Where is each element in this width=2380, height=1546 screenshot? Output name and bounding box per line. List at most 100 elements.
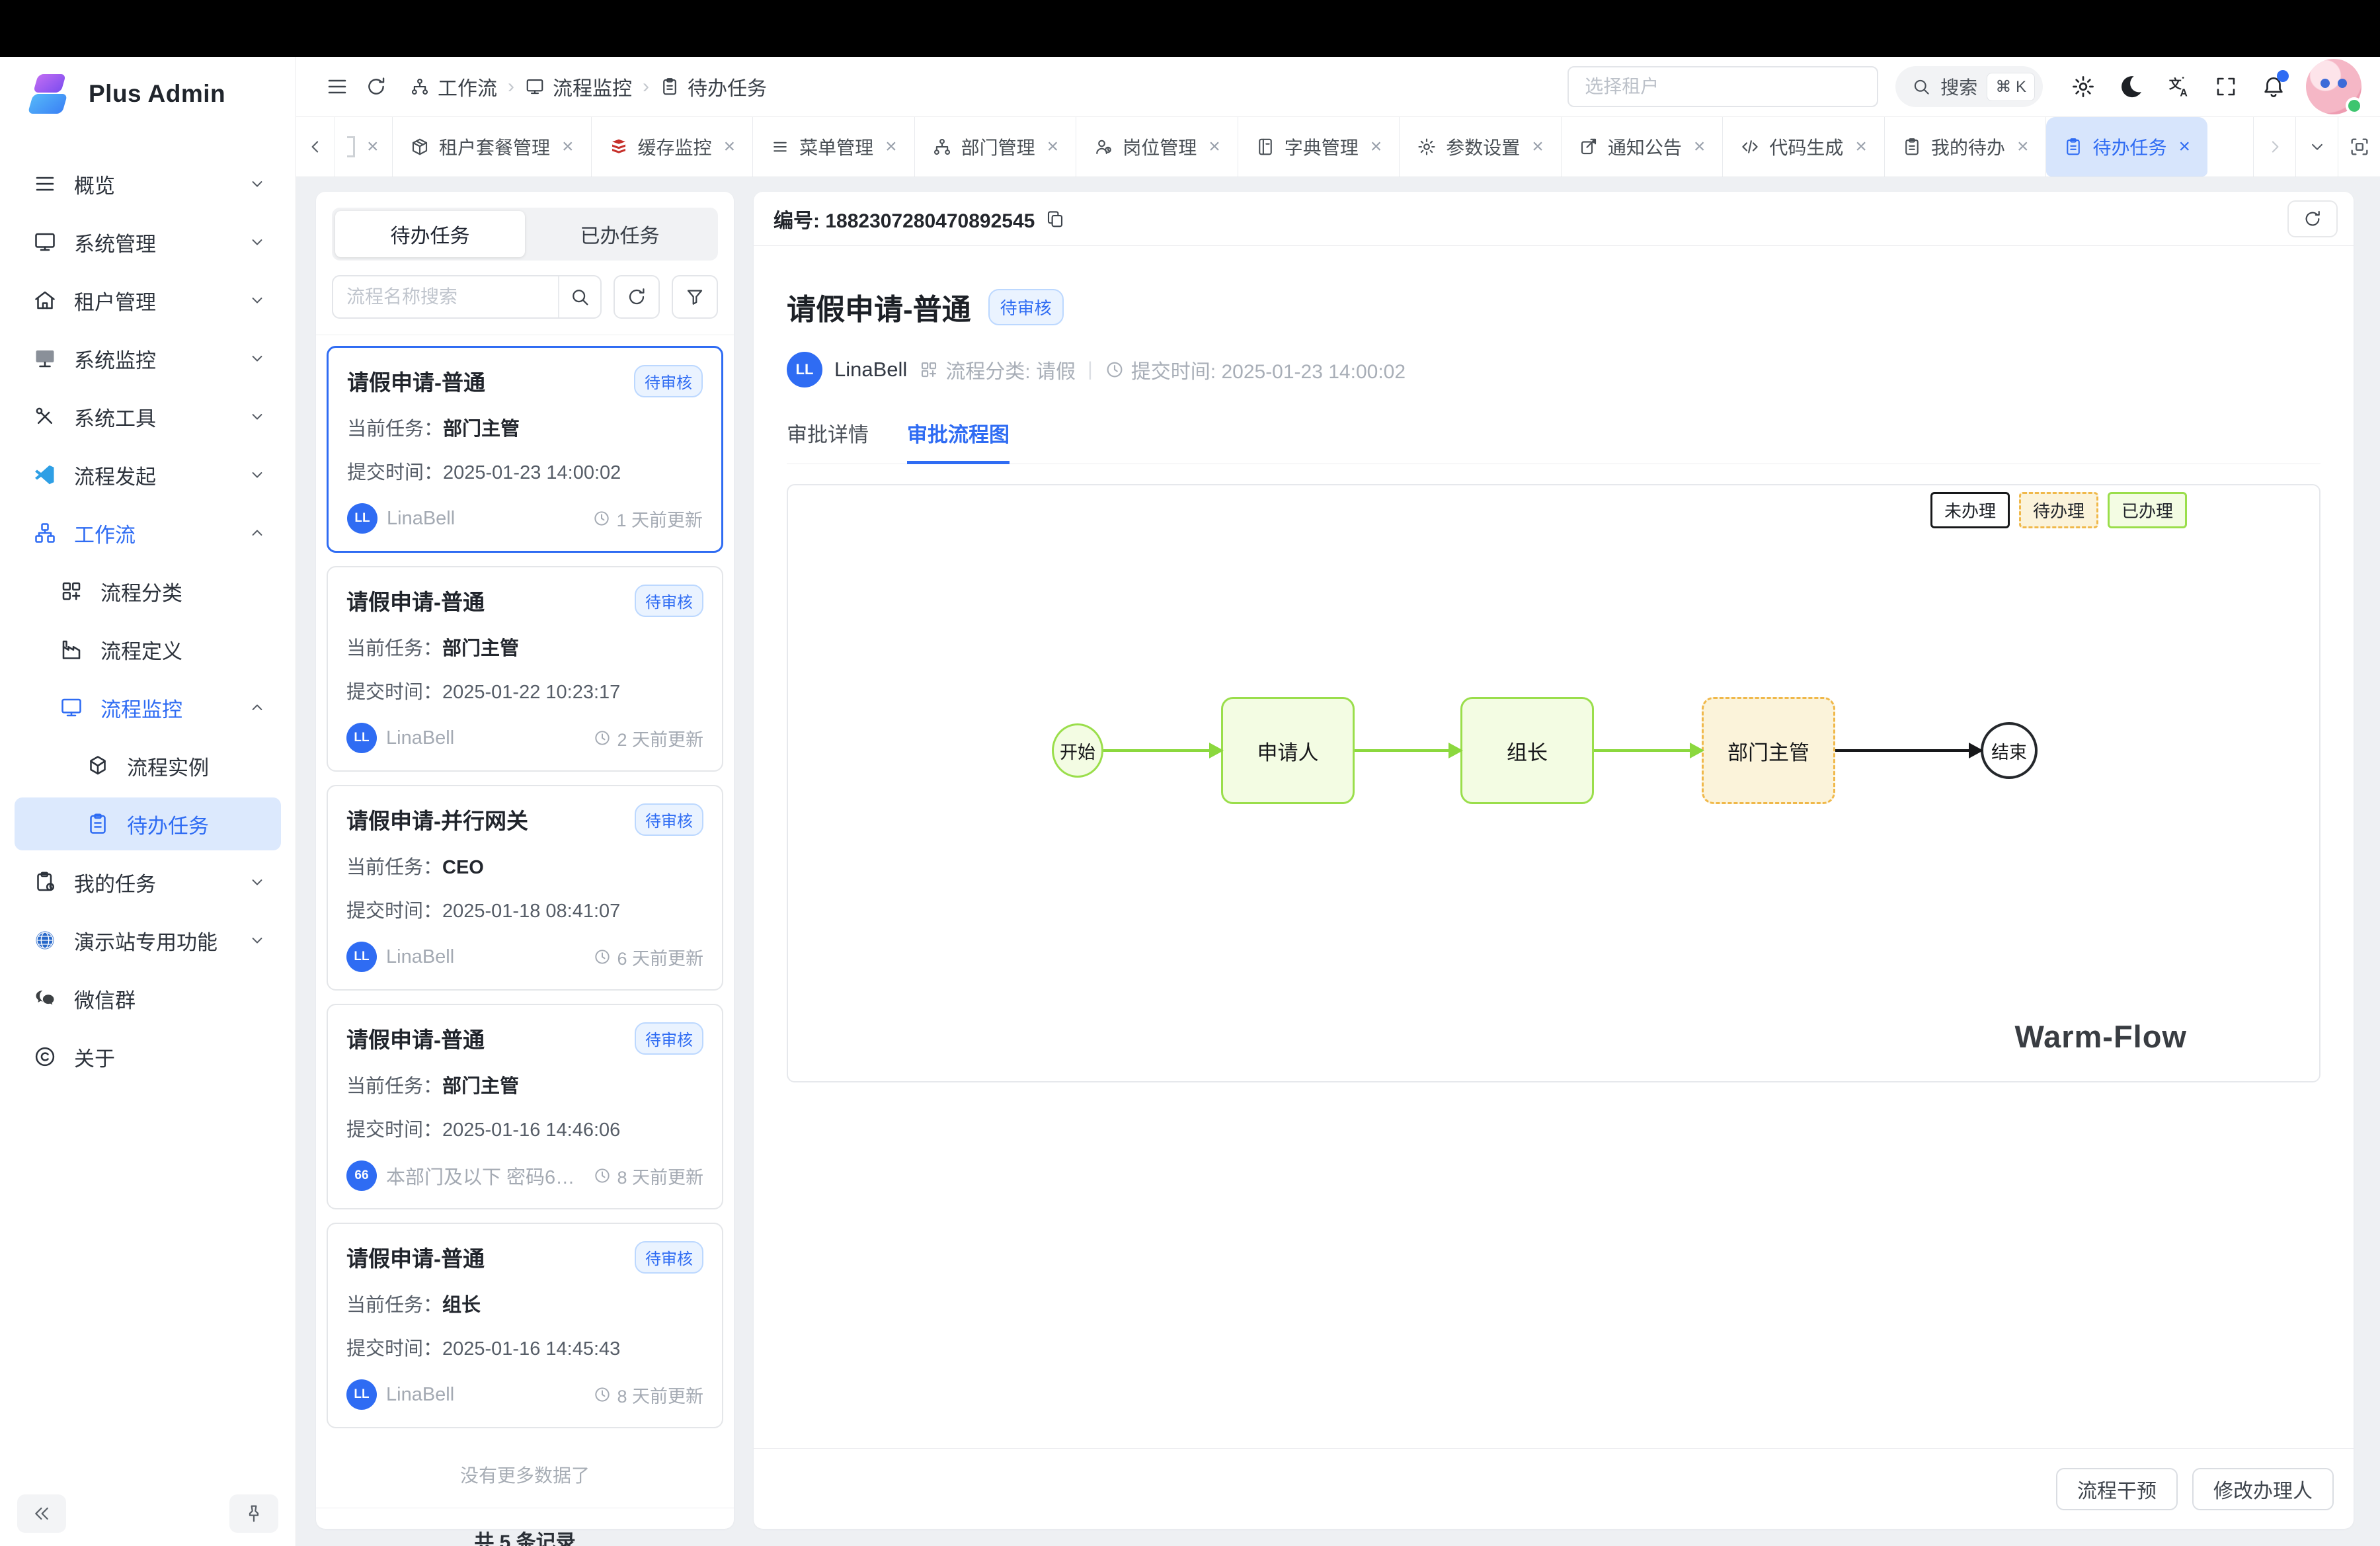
task-search-input[interactable] [333, 286, 558, 307]
close-icon[interactable]: × [724, 137, 736, 157]
tab-岗位管理[interactable]: 岗位管理× [1076, 117, 1238, 177]
tab-缓存监控[interactable]: 缓存监控× [592, 117, 754, 177]
sidebar-item-流程发起[interactable]: 流程发起 [15, 448, 281, 501]
task-card[interactable]: 请假申请-普通待审核当前任务：部门主管提交时间：2025-01-16 14:46… [327, 1004, 723, 1209]
tab-字典管理[interactable]: 字典管理× [1238, 117, 1400, 177]
language-button[interactable]: 文A [2158, 66, 2199, 107]
task-search-button[interactable] [558, 276, 600, 317]
close-icon[interactable]: × [1532, 137, 1544, 157]
task-card[interactable]: 请假申请-普通待审核当前任务：部门主管提交时间：2025-01-23 14:00… [327, 346, 723, 553]
sidebar-item-系统管理[interactable]: 系统管理 [15, 216, 281, 268]
clipped-tab[interactable]: × [335, 117, 393, 177]
tab-租户套餐管理[interactable]: 租户套餐管理× [393, 117, 592, 177]
close-icon[interactable]: × [367, 137, 379, 157]
global-search-button[interactable]: 搜索 ⌘ K [1895, 66, 2043, 107]
action-button-修改办理人[interactable]: 修改办理人 [2192, 1468, 2334, 1510]
tab-待办任务[interactable]: 待办任务× [2046, 117, 2207, 177]
tabs-scroll-left-button[interactable] [296, 117, 335, 177]
sidebar-item-系统监控[interactable]: 系统监控 [15, 332, 281, 385]
flow-node-部门主管[interactable]: 部门主管 [1702, 697, 1835, 804]
tenant-select-input[interactable] [1567, 66, 1878, 107]
fullscreen-button[interactable] [2205, 66, 2246, 107]
sidebar-pin-button[interactable] [229, 1494, 278, 1533]
flow-node-申请人[interactable]: 申请人 [1221, 697, 1355, 804]
close-icon[interactable]: × [1047, 137, 1059, 157]
user-name: LinaBell [386, 1384, 454, 1406]
task-filter-button[interactable] [672, 275, 718, 319]
flow-node-开始[interactable]: 开始 [1052, 723, 1103, 778]
content-fullscreen-button[interactable] [2338, 117, 2380, 177]
current-task: 当前任务：部门主管 [346, 633, 703, 661]
detail-refresh-button[interactable] [2287, 200, 2338, 237]
sidebar-item-流程实例[interactable]: 流程实例 [15, 739, 281, 792]
search-label: 搜索 [1940, 73, 1977, 100]
close-icon[interactable]: × [2017, 137, 2029, 157]
tab-通知公告[interactable]: 通知公告× [1562, 117, 1724, 177]
chevron-down-icon [248, 233, 266, 251]
action-button-流程干预[interactable]: 流程干预 [2056, 1468, 2178, 1510]
tab-代码生成[interactable]: 代码生成× [1723, 117, 1885, 177]
task-card[interactable]: 请假申请-普通待审核当前任务：部门主管提交时间：2025-01-22 10:23… [327, 566, 723, 772]
copy-button[interactable] [1045, 209, 1065, 229]
menu-toggle-button[interactable] [317, 75, 357, 99]
sidebar-item-概览[interactable]: 概览 [15, 157, 281, 210]
sidebar-item-演示站专用功能[interactable]: 演示站专用功能 [15, 914, 281, 967]
sidebar-item-label: 微信群 [74, 984, 136, 1014]
sidebar-footer [0, 1494, 296, 1533]
task-card[interactable]: 请假申请-普通待审核当前任务：组长提交时间：2025-01-16 14:45:4… [327, 1223, 723, 1428]
sidebar-item-微信群[interactable]: 微信群 [15, 972, 281, 1025]
close-icon[interactable]: × [562, 137, 574, 157]
breadcrumb-item-流程监控[interactable]: 流程监控 [525, 72, 632, 101]
sidebar-item-系统工具[interactable]: 系统工具 [15, 390, 281, 443]
sidebar-item-待办任务[interactable]: 待办任务 [15, 797, 281, 850]
task-refresh-button[interactable] [614, 275, 660, 319]
task-card[interactable]: 请假申请-并行网关待审核当前任务：CEO提交时间：2025-01-18 08:4… [327, 785, 723, 991]
clock-icon [1105, 360, 1125, 380]
close-icon[interactable]: × [885, 137, 897, 157]
sidebar-item-label: 工作流 [74, 518, 136, 548]
clock-icon [593, 1166, 612, 1185]
dark-mode-button[interactable] [2110, 66, 2151, 107]
sidebar-item-label: 流程实例 [127, 751, 209, 781]
submit-time: 提交时间：2025-01-18 08:41:07 [346, 895, 703, 923]
sidebar-item-label: 系统监控 [74, 344, 156, 374]
close-icon[interactable]: × [1370, 137, 1382, 157]
tab-菜单管理[interactable]: 菜单管理× [753, 117, 915, 177]
breadcrumb-item-待办任务[interactable]: 待办任务 [660, 72, 767, 101]
chevron-down-icon [248, 931, 266, 950]
sidebar-item-流程分类[interactable]: 流程分类 [15, 565, 281, 618]
detail-tab-审批详情[interactable]: 审批详情 [787, 418, 869, 464]
sidebar-item-关于[interactable]: 关于 [15, 1030, 281, 1083]
sidebar-item-流程定义[interactable]: 流程定义 [15, 623, 281, 676]
tabs-scroll-right-button[interactable] [2253, 117, 2295, 177]
flow-node-结束[interactable]: 结束 [1981, 722, 2038, 779]
header-icons: 文A [2063, 66, 2294, 107]
sidebar-item-流程监控[interactable]: 流程监控 [15, 681, 281, 734]
system-menubar [0, 0, 2380, 57]
settings-button[interactable] [2063, 66, 2104, 107]
close-icon[interactable]: × [1855, 137, 1867, 157]
grid-icon [60, 579, 83, 603]
task-tab-待办任务[interactable]: 待办任务 [335, 211, 525, 257]
close-icon[interactable]: × [1209, 137, 1220, 157]
sidebar-item-工作流[interactable]: 工作流 [15, 507, 281, 559]
flow-node-组长[interactable]: 组长 [1460, 697, 1594, 804]
tab-我的待办[interactable]: 我的待办× [1885, 117, 2047, 177]
tabs-dropdown-button[interactable] [2295, 117, 2338, 177]
breadcrumb-item-工作流[interactable]: 工作流 [410, 72, 497, 101]
user-avatar[interactable] [2306, 59, 2361, 114]
close-icon[interactable]: × [1694, 137, 1706, 157]
sidebar-item-租户管理[interactable]: 租户管理 [15, 274, 281, 327]
card-title: 请假申请-普通 [346, 1241, 485, 1273]
tab-部门管理[interactable]: 部门管理× [915, 117, 1077, 177]
detail-tab-审批流程图[interactable]: 审批流程图 [907, 418, 1010, 464]
sidebar-item-我的任务[interactable]: 我的任务 [15, 856, 281, 909]
task-tab-已办任务[interactable]: 已办任务 [525, 211, 715, 257]
tab-参数设置[interactable]: 参数设置× [1400, 117, 1562, 177]
sidebar-collapse-button[interactable] [17, 1494, 66, 1533]
close-icon[interactable]: × [2178, 137, 2190, 157]
notifications-button[interactable] [2253, 66, 2294, 107]
detail-title-row: 请假申请-普通 待审核 [787, 286, 2320, 328]
record-count: 共 5 条记录 [316, 1508, 734, 1546]
page-refresh-button[interactable] [357, 75, 395, 98]
